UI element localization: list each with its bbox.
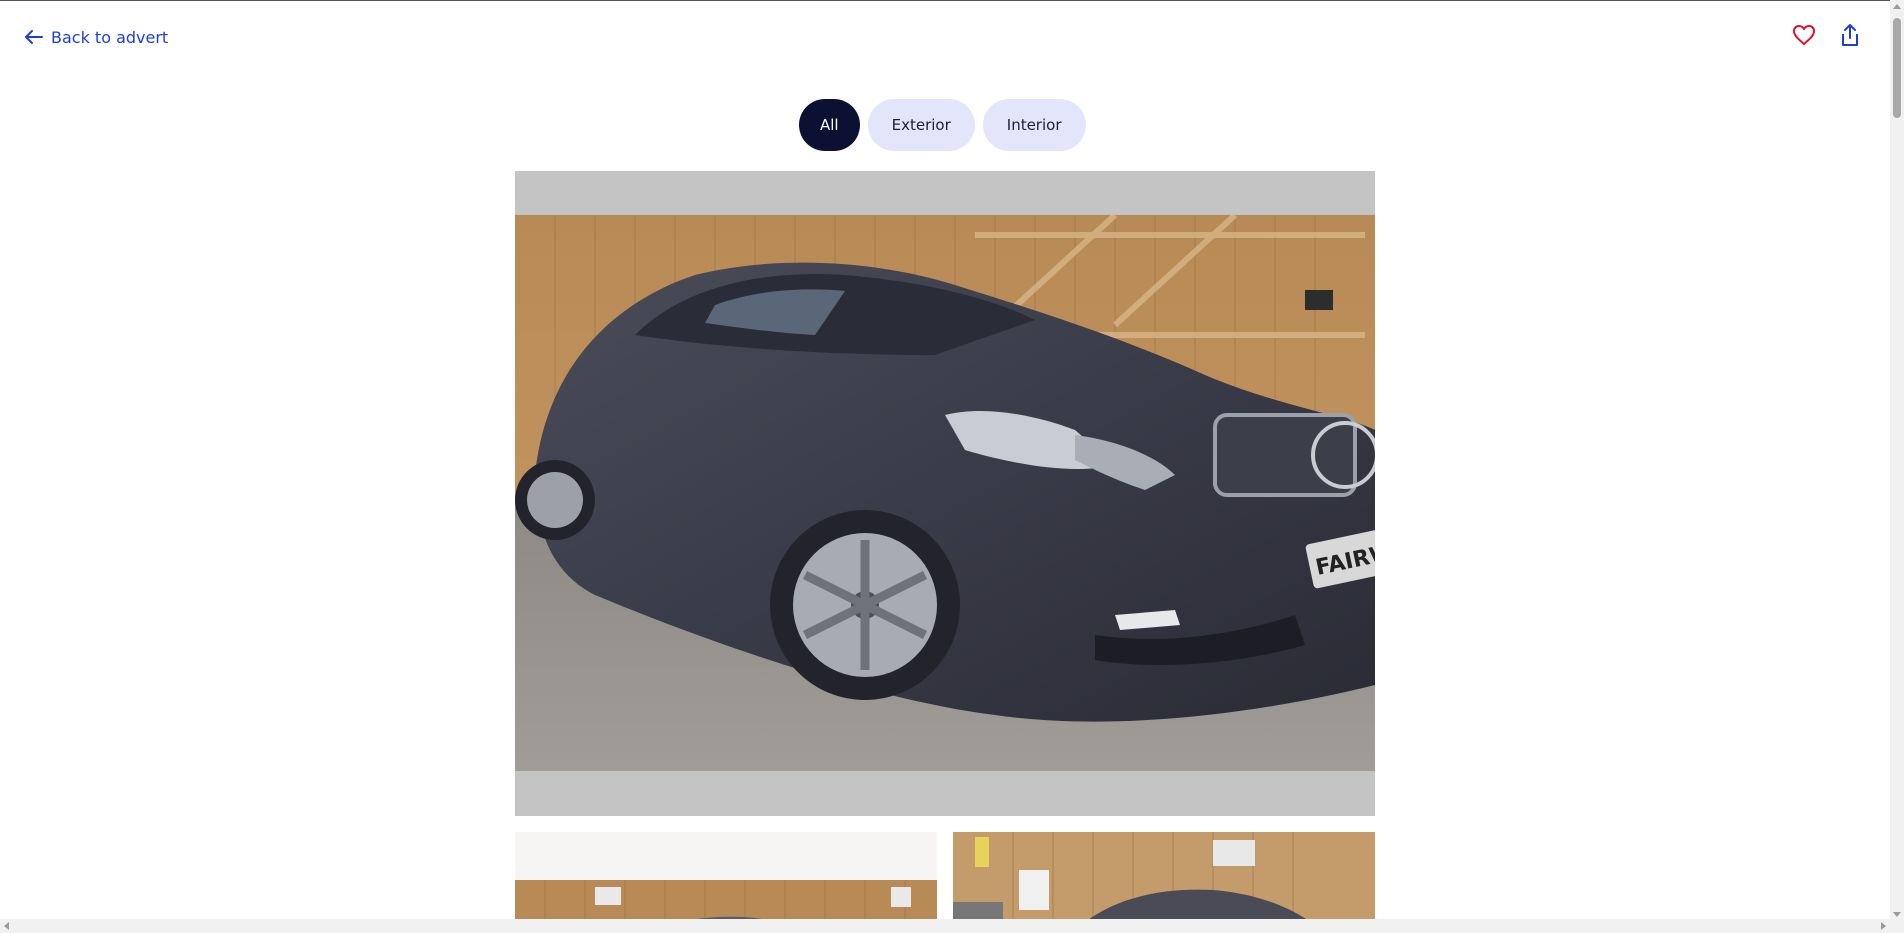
vertical-scrollbar[interactable]: [1890, 0, 1904, 933]
arrow-left-icon: [25, 30, 43, 44]
car-photo-illustration: FAIRWAY: [515, 215, 1375, 771]
back-to-advert-label: Back to advert: [51, 27, 169, 47]
scroll-left-icon[interactable]: [4, 922, 9, 930]
scroll-right-icon[interactable]: [1881, 922, 1886, 930]
header-actions: [1790, 23, 1864, 51]
tab-all[interactable]: All: [799, 99, 860, 151]
thumbnail-photo: [515, 832, 937, 933]
tab-exterior[interactable]: Exterior: [867, 99, 975, 151]
back-to-advert-link[interactable]: Back to advert: [25, 25, 168, 49]
main-car-photo[interactable]: FAIRWAY: [515, 215, 1375, 771]
gallery-thumbnail[interactable]: [953, 832, 1375, 933]
share-icon: [1840, 23, 1860, 51]
top-border: [0, 0, 1904, 1]
thumbnail-photo: [953, 832, 1375, 933]
heart-icon: [1792, 24, 1816, 50]
tab-interior[interactable]: Interior: [982, 99, 1086, 151]
gallery-thumbnail[interactable]: [515, 832, 937, 933]
horizontal-scrollbar[interactable]: [0, 919, 1890, 933]
photo-filter-tabs: All Exterior Interior: [799, 99, 1086, 151]
scrollbar-thumb[interactable]: [1893, 18, 1901, 118]
scroll-down-icon[interactable]: [1893, 912, 1901, 917]
favourite-button[interactable]: [1790, 23, 1818, 51]
scroll-up-icon[interactable]: [1893, 4, 1901, 9]
main-photo-frame[interactable]: FAIRWAY: [515, 171, 1375, 816]
share-button[interactable]: [1836, 23, 1864, 51]
